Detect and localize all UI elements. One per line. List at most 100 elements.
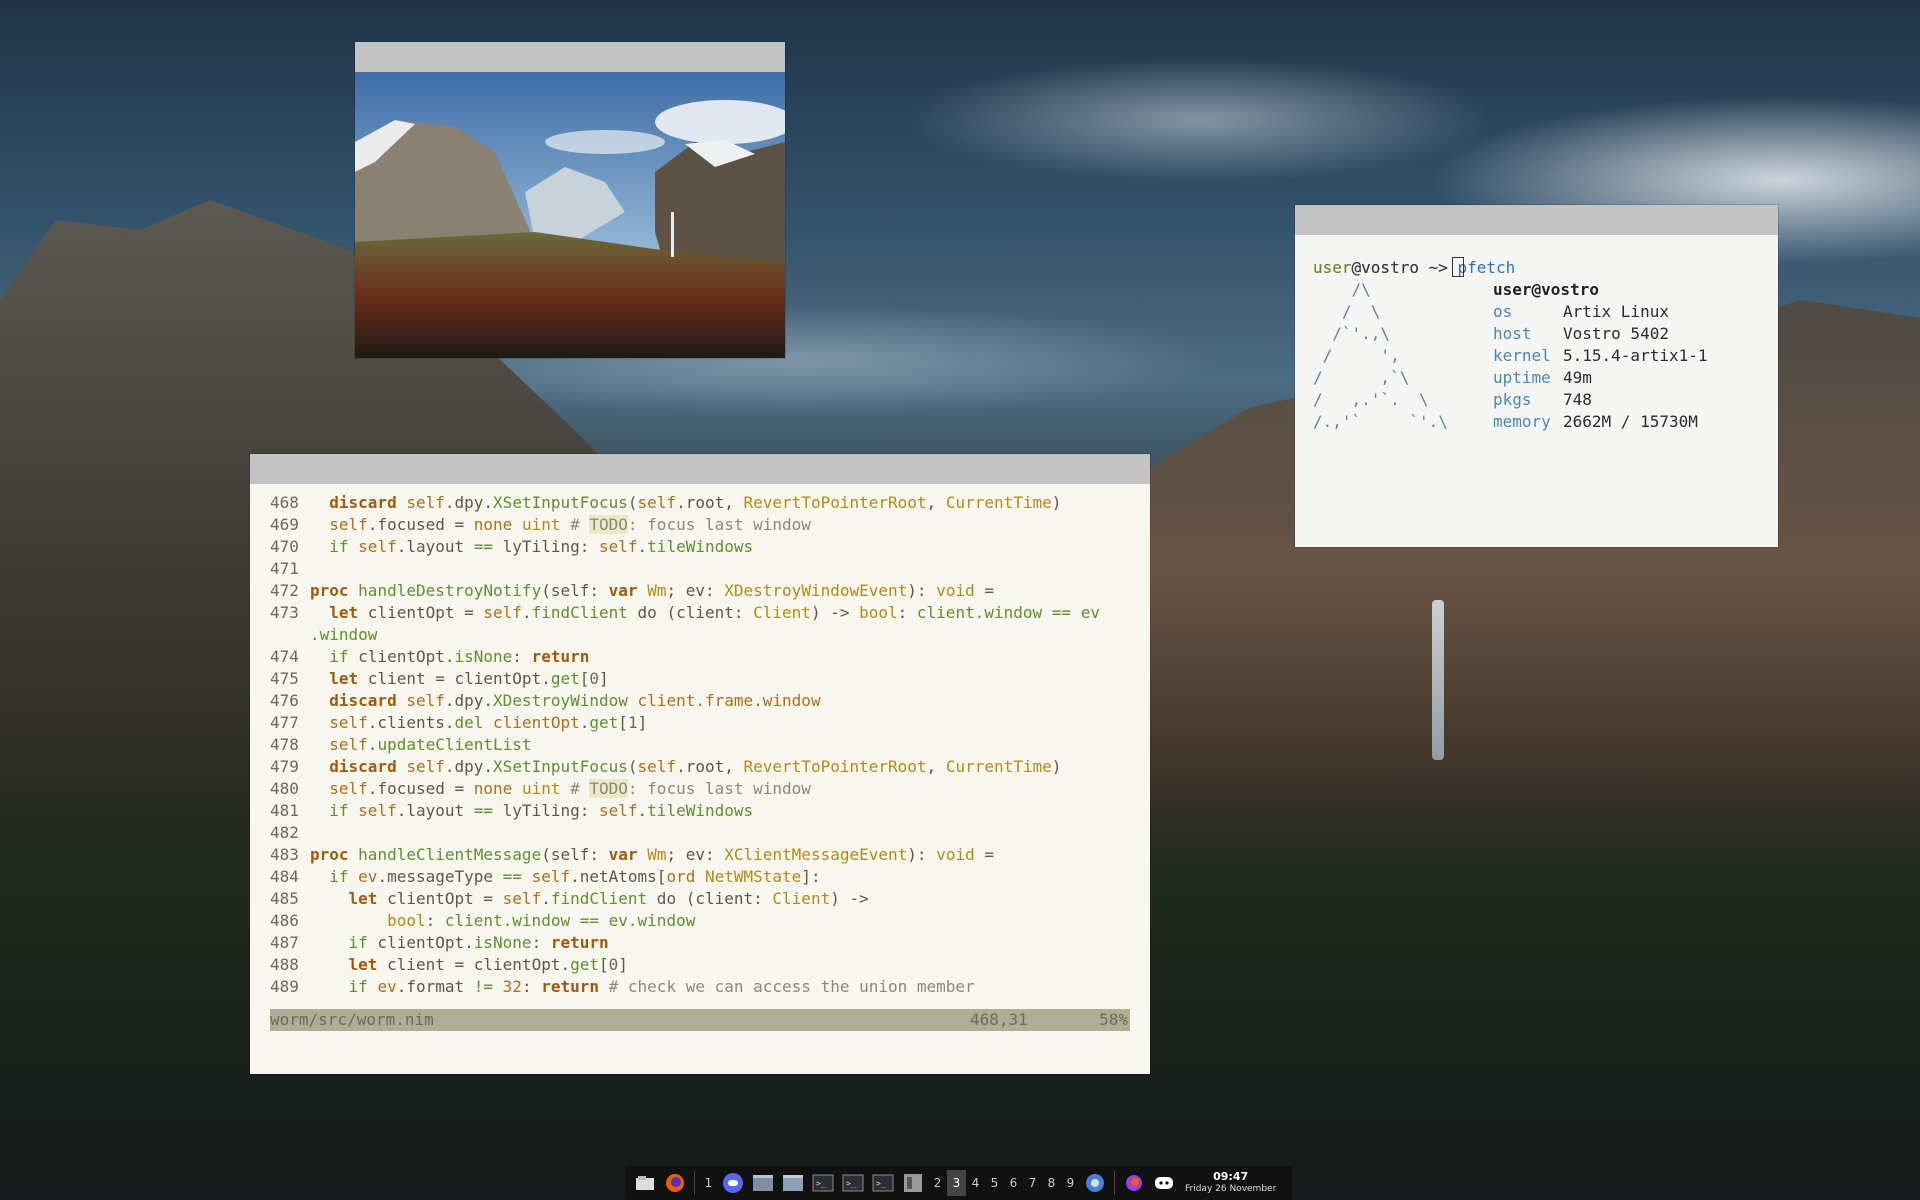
line-text: if self.layout == lyTiling: self.tileWin…	[329, 537, 754, 556]
firefox-tray-icon[interactable]	[1122, 1171, 1146, 1195]
image-viewer-window[interactable]	[355, 42, 785, 358]
pfetch-value: 5.15.4-artix1-1	[1563, 346, 1708, 365]
line-number: 473	[270, 603, 299, 622]
code-line[interactable]: 482	[270, 822, 1130, 844]
line-number: 468	[270, 493, 299, 512]
code-line[interactable]: 477 self.clients.del clientOpt.get[1]	[270, 712, 1130, 734]
code-line[interactable]: 487 if clientOpt.isNone: return	[270, 932, 1130, 954]
code-line[interactable]: 470 if self.layout == lyTiling: self.til…	[270, 536, 1130, 558]
taskbar-separator	[1114, 1171, 1115, 1195]
line-text: bool: client.window == ev.window	[387, 911, 696, 930]
workspace-8[interactable]: 8	[1042, 1176, 1061, 1190]
workspace-current[interactable]: 1	[699, 1176, 718, 1190]
pfetch-row-pkgs: pkgs 748	[1493, 389, 1708, 411]
line-number: 475	[270, 669, 299, 688]
workspace-4[interactable]: 4	[966, 1176, 985, 1190]
window-icon[interactable]	[751, 1171, 775, 1195]
workspace-9[interactable]: 9	[1061, 1176, 1080, 1190]
workspace-7[interactable]: 7	[1023, 1176, 1042, 1190]
line-text: self.focused = none uint # TODO: focus l…	[329, 779, 811, 798]
line-text: let clientOpt = self.findClient do (clie…	[329, 603, 1100, 622]
svg-text:>_: >_	[846, 1179, 856, 1188]
prompt-host: @vostro ~>	[1351, 258, 1448, 277]
code-line[interactable]: .window	[270, 624, 1130, 646]
workspace-5[interactable]: 5	[985, 1176, 1004, 1190]
discord-icon[interactable]	[721, 1171, 745, 1195]
terminal-window[interactable]: user@vostro ~> pfetch /\ / \ /`'.,\ / ',…	[1295, 205, 1778, 547]
status-cursor-position: 468,31	[970, 1010, 1028, 1029]
code-line[interactable]: 484 if ev.messageType == self.netAtoms[o…	[270, 866, 1130, 888]
line-number: 479	[270, 757, 299, 776]
workspace-6[interactable]: 6	[1004, 1176, 1023, 1190]
code-line[interactable]: 474 if clientOpt.isNone: return	[270, 646, 1130, 668]
editor-window[interactable]: 468 discard self.dpy.XSetInputFocus(self…	[250, 454, 1150, 1074]
line-text: let clientOpt = self.findClient do (clie…	[348, 889, 869, 908]
line-text: discard self.dpy.XSetInputFocus(self.roo…	[329, 493, 1062, 512]
line-text: if clientOpt.isNone: return	[348, 933, 609, 952]
line-text: proc handleDestroyNotify(self: var Wm; e…	[310, 581, 994, 600]
image-viewer-icon[interactable]	[901, 1171, 925, 1195]
code-line[interactable]: 488 let client = clientOpt.get[0]	[270, 954, 1130, 976]
terminal-input-line[interactable]: user@vostro ~>	[1313, 257, 1464, 279]
code-line[interactable]: 471	[270, 558, 1130, 580]
pfetch-key: memory	[1493, 412, 1551, 431]
code-line[interactable]: 486 bool: client.window == ev.window	[270, 910, 1130, 932]
image-viewer-titlebar[interactable]	[355, 42, 785, 72]
prompt-user: user	[1313, 258, 1352, 277]
line-text: discard self.dpy.XDestroyWindow client.f…	[329, 691, 821, 710]
line-text: if ev.messageType == self.netAtoms[ord N…	[329, 867, 821, 886]
code-line[interactable]: 468 discard self.dpy.XSetInputFocus(self…	[270, 492, 1130, 514]
line-number: 487	[270, 933, 299, 952]
code-line[interactable]: 485 let clientOpt = self.findClient do (…	[270, 888, 1130, 910]
terminal-icon[interactable]: >_	[871, 1171, 895, 1195]
prompt-command: pfetch	[1457, 258, 1516, 277]
line-number: 485	[270, 889, 299, 908]
discord-tray-icon[interactable]	[1152, 1171, 1176, 1195]
pfetch-row-host: host Vostro 5402	[1493, 323, 1708, 345]
code-line[interactable]: 475 let client = clientOpt.get[0]	[270, 668, 1130, 690]
line-number: 478	[270, 735, 299, 754]
line-number: 484	[270, 867, 299, 886]
code-line[interactable]: 483 proc handleClientMessage(self: var Wm…	[270, 844, 1130, 866]
line-number: 488	[270, 955, 299, 974]
workspace-3[interactable]: 3	[947, 1170, 966, 1196]
terminal-icon[interactable]: >_	[841, 1171, 865, 1195]
code-line[interactable]: 489 if ev.format != 32: return # check w…	[270, 976, 1130, 998]
pfetch-info: user@vostro os Artix Linux host Vostro 5402…	[1493, 279, 1708, 433]
line-text: if ev.format != 32: return # check we ca…	[348, 977, 975, 996]
code-line[interactable]: 479 discard self.dpy.XSetInputFocus(self…	[270, 756, 1130, 778]
line-text: proc handleClientMessage(self: var Wm; e…	[310, 845, 994, 864]
terminal-icon[interactable]: >_	[811, 1171, 835, 1195]
pfetch-userhost: user@vostro	[1493, 280, 1599, 299]
pfetch-row-os: os Artix Linux	[1493, 301, 1708, 323]
code-line[interactable]: 480 self.focused = none uint # TODO: foc…	[270, 778, 1130, 800]
workspace-2[interactable]: 2	[928, 1176, 947, 1190]
line-number: 470	[270, 537, 299, 556]
pfetch-row-memory: memory 2662M / 15730M	[1493, 411, 1708, 433]
line-number: 486	[270, 911, 299, 930]
chromium-icon[interactable]	[1083, 1171, 1107, 1195]
editor-titlebar[interactable]	[250, 454, 1150, 484]
line-text: self.clients.del clientOpt.get[1]	[329, 713, 648, 732]
code-line[interactable]: 481 if self.layout == lyTiling: self.til…	[270, 800, 1130, 822]
window-icon[interactable]	[781, 1171, 805, 1195]
code-line[interactable]: 472 proc handleDestroyNotify(self: var Wm…	[270, 580, 1130, 602]
pfetch-value: Artix Linux	[1563, 302, 1669, 321]
line-text: .window	[310, 625, 378, 644]
taskbar-separator	[694, 1171, 695, 1195]
pfetch-key: os	[1493, 302, 1513, 321]
clock[interactable]: 09:47 Friday 26 November	[1185, 1171, 1276, 1195]
code-line[interactable]: 476 discard self.dpy.XDestroyWindow clie…	[270, 690, 1130, 712]
pfetch-key: kernel	[1493, 346, 1551, 365]
code-line[interactable]: 469 self.focused = none uint # TODO: foc…	[270, 514, 1130, 536]
terminal-titlebar[interactable]	[1295, 205, 1778, 235]
line-text: discard self.dpy.XSetInputFocus(self.roo…	[329, 757, 1062, 776]
pfetch-value: 49m	[1563, 368, 1592, 387]
firefox-icon[interactable]	[663, 1171, 687, 1195]
code-area[interactable]: 468 discard self.dpy.XSetInputFocus(self…	[270, 492, 1130, 998]
files-icon[interactable]	[633, 1171, 657, 1195]
code-line[interactable]: 478 self.updateClientList	[270, 734, 1130, 756]
pfetch-key: host	[1493, 324, 1532, 343]
code-line[interactable]: 473 let clientOpt = self.findClient do (…	[270, 602, 1130, 624]
pfetch-key: uptime	[1493, 368, 1551, 387]
